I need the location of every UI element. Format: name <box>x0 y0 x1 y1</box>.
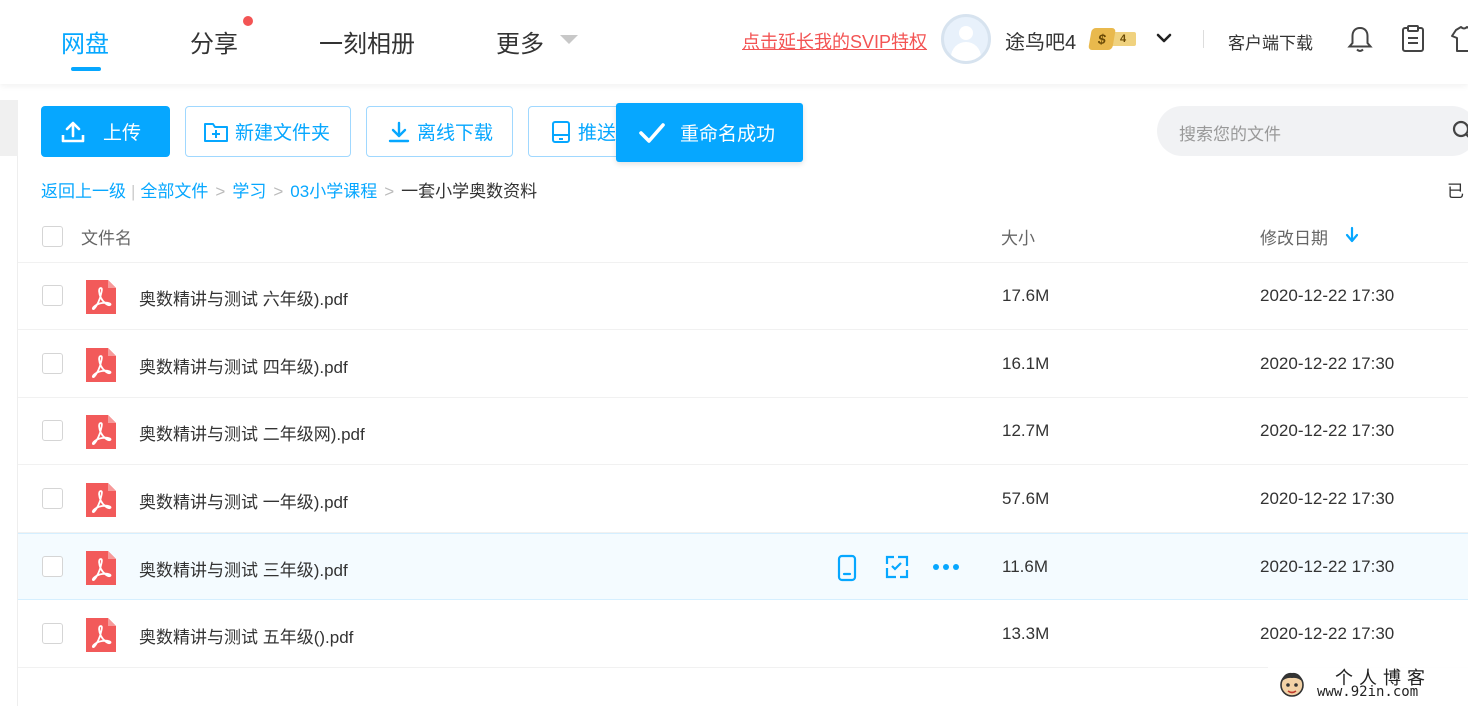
search-icon[interactable] <box>1452 120 1468 142</box>
breadcrumb-separator: > <box>384 182 395 201</box>
checkmark-icon <box>639 122 665 143</box>
phone-icon[interactable] <box>836 554 858 587</box>
shirt-icon[interactable] <box>1450 24 1468 54</box>
pdf-file-icon <box>84 278 118 321</box>
nav-share[interactable]: 分享 <box>190 24 238 59</box>
row-checkbox[interactable] <box>42 623 63 644</box>
upload-button[interactable]: 上传 <box>41 106 170 157</box>
device-icon <box>552 120 570 143</box>
loaded-count-text: 已 <box>1447 182 1464 201</box>
client-download-link[interactable]: 客户端下载 <box>1228 29 1313 54</box>
pdf-file-icon <box>84 481 118 524</box>
file-modified-date: 2020-12-22 17:30 <box>1260 421 1395 440</box>
file-size: 57.6M <box>1002 489 1050 508</box>
upload-label: 上传 <box>103 123 142 144</box>
file-table-header: 文件名 大小 修改日期 <box>18 210 1468 263</box>
nav-active-indicator <box>71 67 101 71</box>
table-row[interactable]: 奥数精讲与测试 六年级).pdf 17.6M 2020-12-22 17:30 <box>18 263 1468 330</box>
share-icon[interactable] <box>884 554 910 585</box>
left-collapsed-panel[interactable] <box>0 100 18 156</box>
breadcrumb-study[interactable]: 学习 <box>232 182 266 201</box>
bell-icon[interactable] <box>1346 24 1374 54</box>
avatar[interactable] <box>941 14 991 64</box>
column-name[interactable]: 文件名 <box>81 224 132 249</box>
column-size[interactable]: 大小 <box>1001 224 1035 249</box>
file-size: 12.7M <box>1002 421 1050 440</box>
rename-success-toast: 重命名成功 <box>616 103 803 162</box>
table-row[interactable]: 奥数精讲与测试 一年级).pdf 57.6M 2020-12-22 17:30 <box>18 466 1468 533</box>
watermark-url: www.92in.com <box>1317 684 1419 700</box>
file-modified-date: 2020-12-22 17:30 <box>1260 624 1395 643</box>
cartoon-face-icon <box>1280 672 1304 697</box>
file-name[interactable]: 奥数精讲与测试 六年级).pdf <box>139 285 348 310</box>
breadcrumb-separator: > <box>273 182 284 201</box>
file-name[interactable]: 奥数精讲与测试 一年级).pdf <box>139 488 348 513</box>
select-all-checkbox[interactable] <box>42 226 63 247</box>
offline-download-button[interactable]: 离线下载 <box>366 106 513 157</box>
offline-download-label: 离线下载 <box>417 123 494 144</box>
file-name[interactable]: 奥数精讲与测试 四年级).pdf <box>139 353 348 378</box>
breadcrumb: 返回上一级 | 全部文件 > 学习 >03小学课程 > 一套小学奥数资料 <box>41 177 537 202</box>
breadcrumb-all-files[interactable]: 全部文件 <box>140 182 208 201</box>
caret-down-icon[interactable] <box>560 35 578 44</box>
breadcrumb-current: 一套小学奥数资料 <box>401 182 538 201</box>
upload-icon <box>61 121 85 142</box>
clipboard-icon[interactable] <box>1399 24 1427 54</box>
row-checkbox[interactable] <box>42 556 63 577</box>
watermark: 个人博客 www.92in.com <box>1268 662 1468 706</box>
breadcrumb-primary-course[interactable]: 03小学课程 <box>290 182 377 201</box>
vip-level-badge: 4 $ <box>1088 28 1138 50</box>
search-box[interactable]: 搜索您的文件 <box>1157 106 1468 156</box>
breadcrumb-back[interactable]: 返回上一级 <box>41 182 126 201</box>
nav-more[interactable]: 更多 <box>496 24 544 59</box>
share-notification-dot <box>243 16 253 26</box>
push-button[interactable]: 推送 <box>528 106 628 157</box>
file-size: 17.6M <box>1002 286 1050 305</box>
row-hover-actions <box>836 554 961 582</box>
search-placeholder: 搜索您的文件 <box>1179 125 1281 144</box>
divider <box>1203 30 1204 48</box>
table-row[interactable]: 奥数精讲与测试 二年级网).pdf 12.7M 2020-12-22 17:30 <box>18 398 1468 465</box>
table-row[interactable]: 奥数精讲与测试 三年级).pdf 11.6M 2020-12-22 17:30 <box>18 533 1468 600</box>
row-checkbox[interactable] <box>42 488 63 509</box>
folder-add-icon <box>204 122 228 142</box>
file-size: 11.6M <box>1002 557 1048 576</box>
column-modified[interactable]: 修改日期 <box>1260 224 1328 249</box>
row-checkbox[interactable] <box>42 353 63 374</box>
file-modified-date: 2020-12-22 17:30 <box>1260 286 1395 305</box>
file-modified-date: 2020-12-22 17:30 <box>1260 489 1395 508</box>
file-size: 16.1M <box>1002 354 1050 373</box>
file-name[interactable]: 奥数精讲与测试 五年级().pdf <box>139 623 353 648</box>
breadcrumb-divider: | <box>131 182 136 201</box>
pdf-file-icon <box>84 413 118 456</box>
pdf-file-icon <box>84 616 118 659</box>
nav-album[interactable]: 一刻相册 <box>319 24 415 59</box>
more-icon[interactable] <box>932 560 960 579</box>
username[interactable]: 途鸟吧4 <box>1005 26 1076 55</box>
push-label: 推送 <box>578 123 617 144</box>
file-modified-date: 2020-12-22 17:30 <box>1260 354 1395 373</box>
new-folder-label: 新建文件夹 <box>235 123 331 144</box>
nav-netdisk[interactable]: 网盘 <box>61 24 109 59</box>
pdf-file-icon <box>84 549 118 592</box>
table-row[interactable]: 奥数精讲与测试 五年级().pdf 13.3M 2020-12-22 17:30 <box>18 601 1468 668</box>
file-modified-date: 2020-12-22 17:30 <box>1260 557 1395 576</box>
pdf-file-icon <box>84 346 118 389</box>
row-checkbox[interactable] <box>42 420 63 441</box>
file-name[interactable]: 奥数精讲与测试 二年级网).pdf <box>139 420 365 445</box>
top-navigation-bar: 网盘 分享 一刻相册 更多 点击延长我的SVIP特权 途鸟吧4 4 $ 客户端下… <box>0 0 1468 84</box>
table-row[interactable]: 奥数精讲与测试 四年级).pdf 16.1M 2020-12-22 17:30 <box>18 331 1468 398</box>
new-folder-button[interactable]: 新建文件夹 <box>185 106 351 157</box>
toast-message: 重命名成功 <box>680 124 776 145</box>
breadcrumb-separator: > <box>215 182 226 201</box>
file-size: 13.3M <box>1002 624 1050 643</box>
chevron-down-icon[interactable] <box>1156 30 1172 46</box>
row-checkbox[interactable] <box>42 285 63 306</box>
sort-desc-arrow-icon[interactable] <box>1345 226 1359 244</box>
file-name[interactable]: 奥数精讲与测试 三年级).pdf <box>139 556 348 581</box>
download-icon <box>388 121 410 142</box>
svip-extend-link[interactable]: 点击延长我的SVIP特权 <box>742 28 927 54</box>
